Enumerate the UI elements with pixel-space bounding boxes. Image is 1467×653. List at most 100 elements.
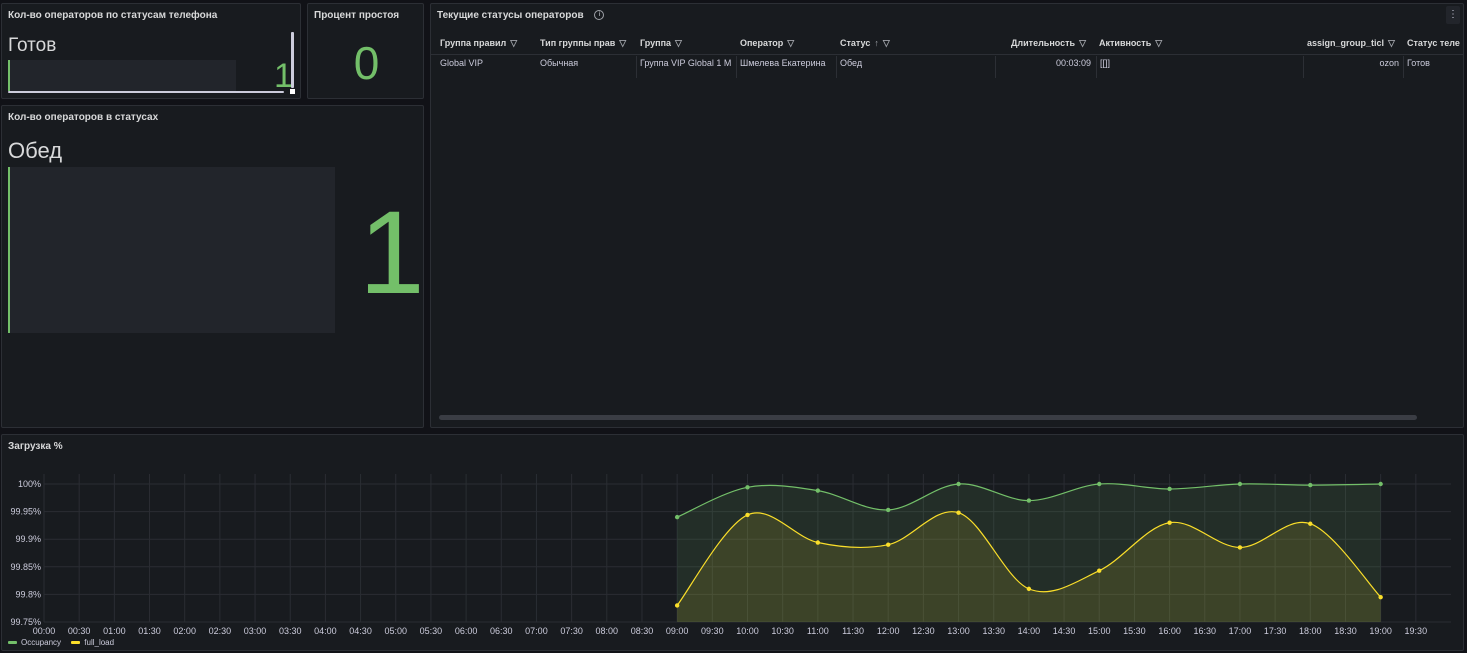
data-point xyxy=(1308,521,1313,526)
data-point xyxy=(1237,545,1243,550)
legend-item-full-load[interactable]: full_load xyxy=(71,638,114,647)
filter-icon[interactable]: ▽ xyxy=(675,38,682,49)
filter-icon[interactable]: ▽ xyxy=(883,38,890,49)
x-tick-label: 19:00 xyxy=(1369,626,1392,636)
x-tick-label: 09:30 xyxy=(701,626,724,636)
x-tick-label: 03:30 xyxy=(279,626,302,636)
data-point xyxy=(1378,481,1383,487)
column-header-operator[interactable]: Оператор ▽ xyxy=(740,38,835,49)
resize-handle-icon[interactable] xyxy=(290,89,295,94)
status-label: Готов xyxy=(8,35,57,56)
x-tick-label: 00:30 xyxy=(68,626,91,636)
phone-status-panel: Кол-во операторов по статусам телефона Г… xyxy=(1,3,301,99)
filter-icon[interactable]: ▽ xyxy=(510,38,517,49)
x-tick-label: 16:30 xyxy=(1194,626,1217,636)
column-header-status[interactable]: Статус ↑ ▽ xyxy=(840,38,935,49)
cell-phone-status: Готов xyxy=(1407,58,1430,68)
gauge-indicator xyxy=(8,167,10,333)
horizontal-scrollbar[interactable] xyxy=(439,415,1417,420)
filter-icon[interactable]: ▽ xyxy=(619,38,626,49)
y-tick-label: 99.95% xyxy=(10,507,41,517)
x-tick-label: 10:00 xyxy=(736,626,759,636)
data-point xyxy=(1378,594,1383,600)
filter-icon[interactable]: ▽ xyxy=(787,38,794,49)
column-header-group[interactable]: Группа ▽ xyxy=(640,38,735,49)
load-chart-panel: Загрузка % 99.75% 99.8% 99.85% 99.9% 99.95% 1… xyxy=(1,434,1464,651)
column-header-rule-group[interactable]: Группа правил ▽ xyxy=(440,38,532,49)
column-header-group-type[interactable]: Тип группы прав ▽ xyxy=(540,38,635,49)
legend-swatch xyxy=(8,641,17,645)
column-header-activity[interactable]: Активность ▽ xyxy=(1099,38,1194,49)
x-tick-label: 05:00 xyxy=(384,626,407,636)
column-divider xyxy=(1096,56,1097,78)
data-point xyxy=(1167,486,1172,492)
column-header-phone-status[interactable]: Статус теле xyxy=(1407,38,1463,48)
cell-rule-group: Global VIP xyxy=(440,58,484,68)
x-tick-label: 00:00 xyxy=(33,626,56,636)
x-tick-label: 17:00 xyxy=(1229,626,1252,636)
panel-menu-button[interactable]: ⋮ xyxy=(1446,6,1460,24)
column-label: Статус теле xyxy=(1407,38,1460,48)
data-point xyxy=(1026,498,1032,503)
table-row[interactable]: Global VIP Обычная Группа VIP Global 1 М… xyxy=(431,54,1463,78)
column-header-duration[interactable]: Длительность ▽ xyxy=(1011,38,1096,49)
x-tick-label: 08:00 xyxy=(596,626,619,636)
x-tick-label: 15:30 xyxy=(1123,626,1146,636)
info-icon[interactable]: i xyxy=(594,10,605,21)
horizontal-scrollbar[interactable] xyxy=(8,91,284,93)
column-label: Длительность xyxy=(1011,38,1076,48)
data-point xyxy=(1237,481,1243,487)
column-divider xyxy=(1403,56,1404,78)
column-label: Группа xyxy=(640,38,672,48)
x-tick-label: 07:30 xyxy=(560,626,583,636)
x-tick-label: 18:30 xyxy=(1334,626,1357,636)
filter-icon[interactable]: ▽ xyxy=(1079,38,1086,49)
data-point xyxy=(886,507,891,513)
x-tick-label: 11:00 xyxy=(807,626,829,636)
current-statuses-panel: Текущие статусы операторов i ⋮ Группа пр… xyxy=(430,3,1464,428)
x-tick-label: 14:00 xyxy=(1018,626,1041,636)
x-tick-label: 19:30 xyxy=(1405,626,1428,636)
sort-ascending-icon[interactable]: ↑ xyxy=(874,38,879,48)
data-point xyxy=(745,512,750,518)
panel-title: Текущие статусы операторов i xyxy=(437,10,605,21)
y-tick-label: 99.85% xyxy=(10,562,41,572)
y-tick-label: 100% xyxy=(18,479,41,489)
x-tick-label: 02:30 xyxy=(209,626,232,636)
x-tick-label: 02:00 xyxy=(173,626,196,636)
cell-activity: [[]] xyxy=(1100,58,1111,68)
y-tick-label: 99.9% xyxy=(15,534,41,544)
x-tick-label: 08:30 xyxy=(631,626,654,636)
x-tick-label: 12:00 xyxy=(877,626,900,636)
data-point xyxy=(815,540,821,545)
cell-group-type: Обычная xyxy=(540,58,579,68)
x-tick-label: 05:30 xyxy=(420,626,443,636)
column-label: Группа правил xyxy=(440,38,507,48)
panel-title: Кол-во операторов по статусам телефона xyxy=(8,10,218,21)
column-divider xyxy=(836,56,837,78)
panel-title: Процент простоя xyxy=(314,10,400,21)
x-tick-label: 06:00 xyxy=(455,626,478,636)
x-tick-label: 11:30 xyxy=(842,626,864,636)
x-tick-label: 09:00 xyxy=(666,626,689,636)
legend-item-occupancy[interactable]: Occupancy xyxy=(8,638,61,647)
data-point xyxy=(956,510,961,515)
cell-duration: 00:03:09 xyxy=(1055,58,1091,68)
y-tick-label: 99.8% xyxy=(15,589,41,599)
filter-icon[interactable]: ▽ xyxy=(1155,38,1162,49)
column-header-assign-group[interactable]: assign_group_ticl ▽ xyxy=(1307,38,1402,49)
column-label: assign_group_ticl xyxy=(1307,38,1385,48)
x-tick-label: 07:00 xyxy=(525,626,548,636)
filter-icon[interactable]: ▽ xyxy=(1388,38,1395,49)
vertical-scrollbar[interactable] xyxy=(291,32,294,88)
data-point xyxy=(956,481,961,487)
chart-legend: Occupancy full_load xyxy=(8,638,122,647)
data-point xyxy=(674,514,680,520)
data-point xyxy=(1026,586,1032,592)
gauge-bar xyxy=(8,60,236,91)
table-header: Группа правил ▽ Тип группы прав ▽ Группа ▽ … xyxy=(431,32,1463,55)
load-chart: 99.75%99.8%99.85%99.9%99.95%100%00:00 00:… xyxy=(10,474,1451,636)
x-tick-label: 18:00 xyxy=(1299,626,1322,636)
x-tick-label: 15:00 xyxy=(1088,626,1111,636)
x-tick-label: 10:30 xyxy=(771,626,794,636)
